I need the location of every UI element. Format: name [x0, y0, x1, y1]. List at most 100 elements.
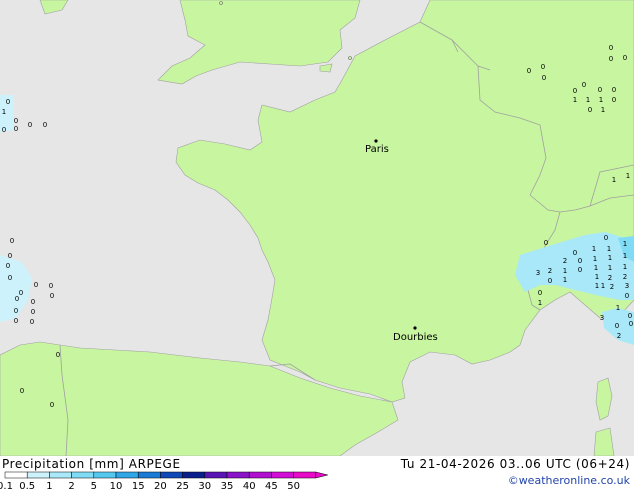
- precip-value: 1: [573, 96, 577, 104]
- precip-value: 1: [608, 264, 612, 272]
- precip-value: 0: [612, 86, 616, 94]
- legend-label: 30: [198, 481, 211, 490]
- precip-value: 0: [541, 63, 545, 71]
- precip-value: 1: [626, 172, 630, 180]
- precip-value: 1: [563, 276, 567, 284]
- precip-value: 3: [536, 269, 540, 277]
- legend-swatch: [93, 471, 117, 479]
- precip-value: 0: [8, 252, 12, 260]
- precip-value: 0: [2, 126, 6, 134]
- precip-value: 2: [608, 274, 612, 282]
- legend-label: 20: [154, 481, 167, 490]
- precip-value: 1: [607, 245, 611, 253]
- precip-value: 0: [10, 237, 14, 245]
- precip-value: 0: [34, 281, 38, 289]
- legend-arrow: [315, 471, 328, 479]
- precip-value: 1: [601, 282, 605, 290]
- legend-swatch: [26, 471, 50, 479]
- precip-value: 0: [14, 307, 18, 315]
- precip-value: 1: [593, 255, 597, 263]
- legend-swatch: [248, 471, 272, 479]
- precip-value: 1: [608, 254, 612, 262]
- weather-map-page: 0 1 0 0 0 0 0 0 0 0 0 0 0 0 0 0 0 0 0 0 …: [0, 0, 634, 490]
- precip-value: 1: [563, 267, 567, 275]
- precip-value: 0: [31, 298, 35, 306]
- precipitation-map: 0 1 0 0 0 0 0 0 0 0 0 0 0 0 0 0 0 0 0 0 …: [0, 0, 634, 456]
- precip-value: 0: [588, 106, 592, 114]
- legend-label: 1: [46, 481, 52, 490]
- city-marker: [374, 139, 378, 143]
- legend-label: 5: [91, 481, 97, 490]
- legend-label: 40: [243, 481, 256, 490]
- precip-value: 0: [538, 289, 542, 297]
- precip-value: 0: [542, 74, 546, 82]
- site-credit[interactable]: ©weatheronline.co.uk: [508, 474, 630, 487]
- precip-value: 0: [8, 274, 12, 282]
- legend-swatch: [4, 471, 28, 479]
- precip-value: 0: [612, 96, 616, 104]
- precip-value: 0: [609, 55, 613, 63]
- precip-value: 0: [527, 67, 531, 75]
- precip-legend: 0.1 0.5 1 2 5 10 15 20 25 30 35 40 45 50: [0, 471, 328, 490]
- precip-value: 0: [43, 121, 47, 129]
- precip-value: 0: [578, 257, 582, 265]
- precip-value: 1: [612, 176, 616, 184]
- legend-swatch: [293, 471, 317, 479]
- precip-value: 2: [548, 267, 552, 275]
- precip-value: 0: [49, 282, 53, 290]
- precip-value: 0: [604, 234, 608, 242]
- legend-swatch: [204, 471, 228, 479]
- precip-value: 0: [548, 277, 552, 285]
- legend-swatch: [226, 471, 250, 479]
- legend-swatch: [137, 471, 161, 479]
- island-marker: [348, 56, 352, 60]
- city-marker: [413, 326, 417, 330]
- precip-value: 0: [6, 262, 10, 270]
- precip-value: 1: [623, 263, 627, 271]
- legend-label: 0.5: [19, 481, 35, 490]
- precip-value: 1: [595, 273, 599, 281]
- precip-value: 0: [19, 289, 23, 297]
- city-label: Dourbies: [393, 332, 438, 343]
- precip-value: 0: [544, 239, 548, 247]
- legend-label: 45: [265, 481, 278, 490]
- precip-value: 0: [30, 318, 34, 326]
- precip-value: 2: [610, 283, 614, 291]
- city-label: Paris: [365, 144, 389, 155]
- precip-value: 0: [14, 117, 18, 125]
- precip-value: 2: [617, 332, 621, 340]
- precip-value: 0: [609, 44, 613, 52]
- precip-value: 0: [598, 86, 602, 94]
- precip-value: 0: [31, 308, 35, 316]
- precip-value: 0: [573, 249, 577, 257]
- precip-value: 0: [615, 322, 619, 330]
- precip-value: 1: [538, 299, 542, 307]
- legend-label: 2: [68, 481, 74, 490]
- legend-swatch: [271, 471, 294, 479]
- forecast-time: Tu 21-04-2026 03..06 UTC (06+24): [400, 457, 630, 471]
- precip-value: 1: [616, 304, 620, 312]
- precip-value: 1: [594, 264, 598, 272]
- legend-swatch: [71, 471, 95, 479]
- precip-value: 0: [28, 121, 32, 129]
- precip-value: 0: [50, 292, 54, 300]
- legend-swatch: [160, 471, 183, 479]
- precip-value: 1: [601, 106, 605, 114]
- legend-label: 0.1: [0, 481, 13, 490]
- precip-value: 0: [50, 401, 54, 409]
- precip-value: 0: [14, 125, 18, 133]
- precip-value: 1: [623, 240, 627, 248]
- legend-label: 35: [221, 481, 234, 490]
- legend-label: 15: [132, 481, 145, 490]
- precip-value: 0: [14, 317, 18, 325]
- precip-value: 0: [629, 320, 633, 328]
- precip-value: 1: [586, 96, 590, 104]
- precip-value: 3: [600, 314, 604, 322]
- legend-label: 50: [287, 481, 300, 490]
- legend-swatch: [115, 471, 139, 479]
- precip-value: 0: [628, 312, 632, 320]
- precip-value: 0: [20, 387, 24, 395]
- precip-value: 0: [56, 351, 60, 359]
- precip-value: 1: [599, 96, 603, 104]
- precip-value: 0: [15, 295, 19, 303]
